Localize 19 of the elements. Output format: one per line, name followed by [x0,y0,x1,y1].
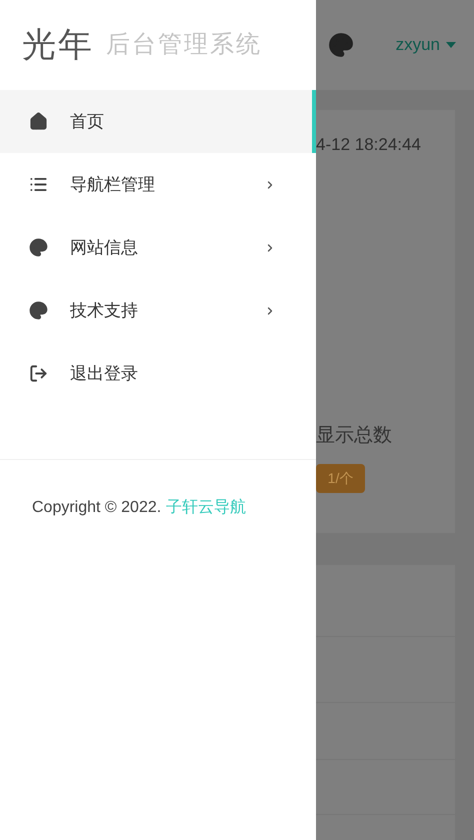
time-text: 4-12 18:24:44 [316,134,422,156]
menu-label: 首页 [70,110,105,133]
stat-badge: 1/个 [316,464,365,493]
home-icon [29,112,48,131]
menu-label: 技术支持 [70,300,139,322]
menu-label: 网站信息 [70,236,139,259]
palette-icon [29,238,48,257]
palette-icon [29,301,48,320]
list-icon [29,175,48,194]
palette-icon[interactable] [328,32,354,58]
logout-icon [29,364,48,383]
logo-mark: 光年 [22,24,94,66]
stat-label: 显示总数 [316,424,393,448]
menu-item[interactable]: 首页 [0,90,316,153]
copyright-text: Copyright © 2022. [32,498,162,518]
caret-icon [446,42,456,48]
menu-label: 导航栏管理 [70,174,156,196]
menu-label: 退出登录 [70,362,139,385]
logo-title: 后台管理系统 [106,30,262,60]
